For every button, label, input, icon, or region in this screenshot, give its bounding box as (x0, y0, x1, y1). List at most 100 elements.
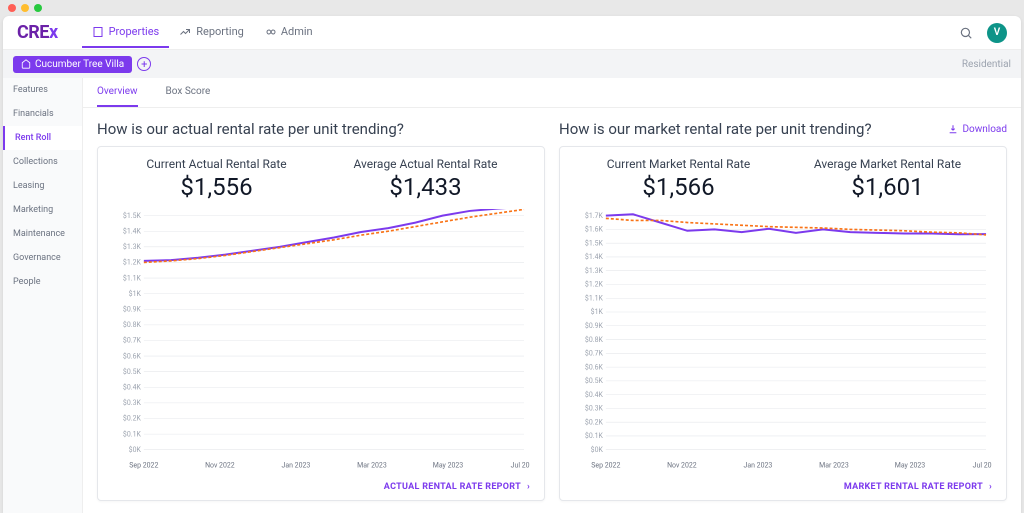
property-badge[interactable]: Cucumber Tree Villa (13, 56, 132, 73)
sub-bar: Cucumber Tree Villa + Residential (3, 50, 1021, 78)
tab-box-score[interactable]: Box Score (166, 78, 211, 107)
svg-text:$0.1K: $0.1K (585, 431, 603, 440)
svg-text:$0.2K: $0.2K (123, 413, 141, 422)
chevron-right-icon: › (989, 482, 992, 492)
svg-text:$0.3K: $0.3K (585, 403, 603, 412)
logo[interactable]: CREx (17, 22, 58, 43)
add-property-button[interactable]: + (137, 57, 151, 71)
property-name: Cucumber Tree Villa (35, 59, 124, 70)
svg-text:$0.3K: $0.3K (123, 398, 141, 407)
search-icon[interactable] (959, 26, 973, 40)
svg-text:$0.5K: $0.5K (585, 376, 603, 385)
download-button[interactable]: Download (948, 124, 1007, 135)
svg-text:$1.7K: $1.7K (585, 210, 603, 219)
svg-text:Nov 2022: Nov 2022 (205, 460, 235, 469)
content: Overview Box Score How is our actual ren… (83, 78, 1021, 513)
chart-title: How is our market rental rate per unit t… (559, 120, 872, 138)
svg-text:Nov 2022: Nov 2022 (667, 460, 697, 469)
svg-text:Jul 2023: Jul 2023 (973, 460, 992, 469)
download-icon (948, 124, 958, 134)
infinity-icon (264, 26, 276, 38)
svg-text:$0.4K: $0.4K (585, 389, 603, 398)
chart-icon (179, 26, 191, 38)
svg-text:$1.5K: $1.5K (585, 238, 603, 247)
nav-label: Reporting (196, 25, 244, 38)
window-close-dot[interactable] (8, 4, 16, 12)
plot-market: $0K $0.1K $0.2K $0.3K $0.4K $0.5K $0.6K $0.7K $0… (574, 209, 992, 474)
svg-text:$0K: $0K (129, 445, 142, 454)
home-icon (21, 59, 31, 69)
svg-text:$1.3K: $1.3K (585, 266, 603, 275)
main: Features Financials Rent Roll Collection… (3, 78, 1021, 513)
tab-overview[interactable]: Overview (97, 78, 138, 107)
actual-report-link[interactable]: ACTUAL RENTAL RATE REPORT › (112, 474, 530, 492)
sidebar-item-people[interactable]: People (3, 270, 82, 294)
kpi-avg-actual: Average Actual Rental Rate $1,433 (321, 157, 530, 201)
svg-text:$0.6K: $0.6K (585, 362, 603, 371)
svg-text:$0K: $0K (591, 445, 604, 454)
svg-text:$1.1K: $1.1K (123, 273, 141, 282)
svg-text:$0.8K: $0.8K (585, 334, 603, 343)
svg-text:Mar 2023: Mar 2023 (357, 460, 387, 469)
svg-text:$0.7K: $0.7K (585, 348, 603, 357)
svg-text:$1.4K: $1.4K (123, 226, 141, 235)
logo-text-2: x (49, 22, 58, 43)
kpi-current-actual: Current Actual Rental Rate $1,556 (112, 157, 321, 201)
svg-text:$1.5K: $1.5K (123, 210, 141, 219)
svg-text:$1K: $1K (129, 289, 142, 298)
browser-chrome (0, 0, 1024, 16)
chevron-right-icon: › (527, 482, 530, 492)
sidebar-item-collections[interactable]: Collections (3, 150, 82, 174)
svg-text:$0.9K: $0.9K (123, 304, 141, 313)
window-min-dot[interactable] (21, 4, 29, 12)
nav-label: Admin (281, 25, 313, 38)
svg-text:$0.8K: $0.8K (123, 320, 141, 329)
svg-text:Jul 2023: Jul 2023 (511, 460, 530, 469)
nav-admin[interactable]: Admin (254, 17, 323, 48)
svg-text:Mar 2023: Mar 2023 (819, 460, 849, 469)
app-window: CREx Properties Reporting Admin V Cucumb… (3, 16, 1021, 513)
svg-text:$0.7K: $0.7K (123, 335, 141, 344)
svg-text:$1.2K: $1.2K (123, 257, 141, 266)
sidebar-item-features[interactable]: Features (3, 78, 82, 102)
svg-text:$0.1K: $0.1K (123, 429, 141, 438)
logo-text-1: CRE (17, 22, 49, 43)
svg-text:Jan 2023: Jan 2023 (282, 460, 311, 469)
svg-text:Sep 2022: Sep 2022 (129, 460, 158, 469)
sidebar-item-leasing[interactable]: Leasing (3, 174, 82, 198)
svg-text:Sep 2022: Sep 2022 (591, 460, 620, 469)
svg-text:$1.2K: $1.2K (585, 279, 603, 288)
svg-text:$1.3K: $1.3K (123, 242, 141, 251)
charts-row: How is our actual rental rate per unit t… (83, 108, 1021, 513)
chart-card-market: Current Market Rental Rate $1,566 Averag… (559, 146, 1007, 501)
svg-text:Jan 2023: Jan 2023 (744, 460, 773, 469)
nav-properties[interactable]: Properties (82, 17, 170, 48)
sidebar-item-rent-roll[interactable]: Rent Roll (3, 126, 82, 150)
svg-text:$1.6K: $1.6K (585, 224, 603, 233)
svg-text:$1K: $1K (591, 307, 604, 316)
chart-col-left: How is our actual rental rate per unit t… (97, 120, 545, 501)
window-max-dot[interactable] (34, 4, 42, 12)
building-icon (92, 26, 104, 38)
svg-text:$0.6K: $0.6K (123, 351, 141, 360)
svg-text:$0.2K: $0.2K (585, 417, 603, 426)
property-category: Residential (962, 59, 1011, 70)
nav-reporting[interactable]: Reporting (169, 17, 254, 48)
chart-card-actual: Current Actual Rental Rate $1,556 Averag… (97, 146, 545, 501)
svg-text:May 2023: May 2023 (433, 460, 463, 469)
sidebar-item-governance[interactable]: Governance (3, 246, 82, 270)
sidebar-item-financials[interactable]: Financials (3, 102, 82, 126)
svg-text:May 2023: May 2023 (895, 460, 925, 469)
kpi-current-market: Current Market Rental Rate $1,566 (574, 157, 783, 201)
svg-text:$0.5K: $0.5K (123, 367, 141, 376)
svg-text:$0.9K: $0.9K (585, 321, 603, 330)
market-report-link[interactable]: MARKET RENTAL RATE REPORT › (574, 474, 992, 492)
svg-text:$1.1K: $1.1K (585, 293, 603, 302)
svg-text:$1.4K: $1.4K (585, 252, 603, 261)
kpi-avg-market: Average Market Rental Rate $1,601 (783, 157, 992, 201)
plot-actual: $0K$0.1K$0.2K$0.3K$0.4K$0.5K$0.6K$0.7K$0… (112, 209, 530, 474)
avatar[interactable]: V (987, 23, 1007, 43)
sidebar-item-marketing[interactable]: Marketing (3, 198, 82, 222)
top-nav: CREx Properties Reporting Admin V (3, 16, 1021, 50)
sidebar-item-maintenance[interactable]: Maintenance (3, 222, 82, 246)
